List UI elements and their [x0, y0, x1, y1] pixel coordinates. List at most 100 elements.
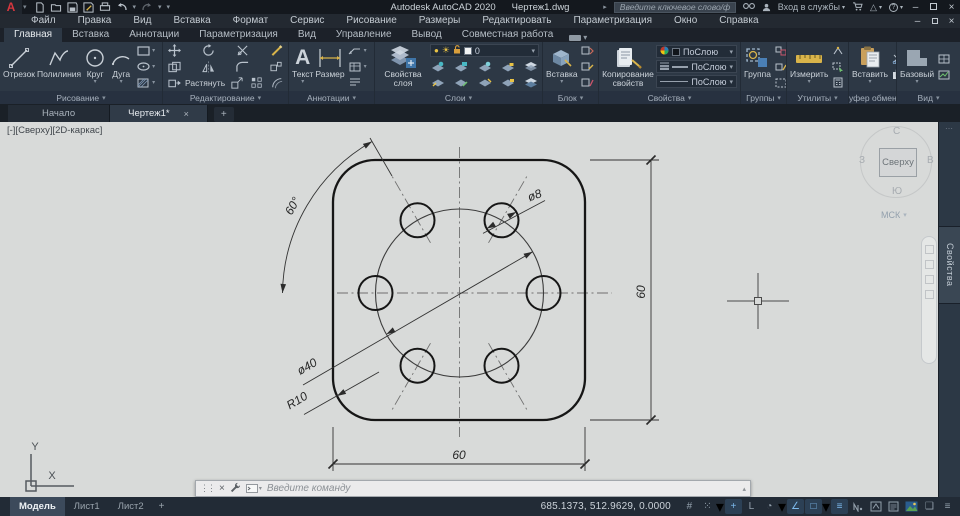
graphics-performance-icon[interactable] [903, 499, 920, 514]
menu-parametric[interactable]: Параметризация [562, 14, 663, 28]
ribbon-display-options-icon[interactable]: ▾ [569, 33, 587, 42]
menu-edit[interactable]: Правка [67, 14, 123, 28]
layer-make-current-icon[interactable] [430, 75, 446, 89]
close-button[interactable]: × [946, 2, 957, 13]
layer-prev-icon[interactable] [477, 75, 493, 89]
panel-label-view[interactable]: Вид ▾ [897, 91, 960, 104]
snap-toggle-icon[interactable]: ⁙ [699, 499, 716, 514]
ortho-toggle-icon[interactable]: L [743, 499, 760, 514]
rectangle-icon[interactable] [135, 44, 151, 58]
ribbon-tab-manage[interactable]: Управление [326, 28, 402, 42]
menu-modify[interactable]: Редактировать [471, 14, 562, 28]
pan-icon[interactable] [924, 245, 934, 254]
model-tab[interactable]: Модель [10, 497, 65, 516]
dynamic-input-toggle-icon[interactable]: + [724, 499, 742, 514]
dock-grip-icon[interactable]: ⋯ [939, 124, 960, 133]
viewcube-east[interactable]: В [927, 155, 934, 166]
help-icon[interactable]: ? ▾ [888, 2, 903, 12]
command-history-caret-icon[interactable]: ▴ [742, 485, 746, 493]
viewcube-west[interactable]: З [859, 155, 865, 166]
osnap-caret-icon[interactable]: ▾ [822, 497, 830, 516]
layer-walk-icon[interactable] [523, 75, 539, 89]
menu-insert[interactable]: Вставка [162, 14, 221, 28]
save-icon[interactable] [66, 1, 78, 13]
menu-format[interactable]: Формат [222, 14, 280, 28]
search-expand-icon[interactable]: ▸ [603, 3, 607, 11]
viewcube-top-face[interactable]: Сверху [879, 148, 917, 177]
move-icon[interactable] [166, 44, 182, 58]
help-search-input[interactable]: Введите ключевое слово/фразу [613, 1, 736, 13]
group-selection-icon[interactable] [773, 76, 786, 90]
offset-icon[interactable] [269, 76, 285, 90]
panel-label-utilities[interactable]: Утилиты ▾ [787, 91, 848, 104]
trim-icon[interactable] [235, 44, 251, 58]
layer-freeze-icon[interactable] [477, 59, 493, 73]
drawing-canvas[interactable]: [-][Сверху][2D-каркас] 60° ø8 ø40 R10 60… [0, 122, 938, 497]
clean-screen-icon[interactable]: ❑ [921, 499, 938, 514]
orbit-icon[interactable] [924, 275, 934, 284]
menu-dimension[interactable]: Размеры [408, 14, 472, 28]
lineweight-dropdown[interactable]: ПоСлою ▾ [656, 60, 737, 73]
base-view-button[interactable]: Базовый ▾ [900, 43, 934, 90]
layout1-tab[interactable]: Лист1 [65, 497, 109, 516]
cut-icon[interactable] [890, 52, 896, 66]
edit-block-icon[interactable] [580, 60, 596, 74]
viewport-config-icon[interactable] [936, 52, 952, 66]
grid-toggle-icon[interactable]: # [681, 499, 698, 514]
polyline-button[interactable]: Полилиния [37, 43, 81, 90]
new-layout-button[interactable]: + [153, 501, 171, 512]
layer-properties-button[interactable]: Свойства слоя [378, 43, 428, 90]
circle-button[interactable]: Круг ▾ [83, 43, 107, 90]
ribbon-tab-insert[interactable]: Вставка [62, 28, 119, 42]
stretch-button[interactable]: Растянуть [166, 76, 225, 90]
fillet-icon[interactable] [235, 60, 251, 74]
panel-label-draw[interactable]: Рисование ▾ [0, 91, 162, 104]
quick-calc-icon[interactable] [830, 76, 846, 90]
ellipse-icon[interactable] [135, 60, 151, 74]
ribbon-tab-view[interactable]: Вид [288, 28, 326, 42]
layer-states-icon[interactable] [523, 59, 539, 73]
viewcube-north[interactable]: С [893, 126, 900, 137]
wcs-dropdown[interactable]: МСК ▾ [881, 210, 907, 220]
osnap-tracking-toggle-icon[interactable]: ∠ [786, 499, 804, 514]
qat-menu-caret-icon[interactable]: ▾ [167, 3, 171, 11]
text-button[interactable]: А Текст ▾ [292, 43, 313, 90]
save-as-icon[interactable] [82, 1, 94, 13]
arc-button[interactable]: Дуга ▾ [109, 43, 133, 90]
steering-wheel-icon[interactable] [924, 290, 934, 299]
signin-user-icon[interactable] [762, 3, 771, 12]
ungroup-icon[interactable] [773, 44, 786, 58]
panel-label-layers[interactable]: Слои ▾ [375, 91, 542, 104]
linetype-dropdown[interactable]: ПоСлою ▾ [656, 75, 737, 88]
copy-clip-icon[interactable] [890, 68, 896, 82]
id-point-icon[interactable] [830, 44, 846, 58]
tab-start[interactable]: Начало [8, 105, 111, 122]
new-file-icon[interactable] [34, 1, 45, 13]
customize-status-icon[interactable]: ≡ [939, 499, 956, 514]
panel-label-clipboard[interactable]: Буфер обмена [849, 91, 896, 104]
minimize-button[interactable]: – [910, 2, 921, 13]
leader-icon[interactable] [347, 44, 363, 58]
paste-button[interactable]: Вставить ▾ [852, 43, 888, 90]
autocad-logo-icon[interactable]: A [0, 0, 22, 14]
new-drawing-tab-button[interactable]: + [213, 107, 234, 122]
tab-close-icon[interactable]: × [184, 109, 189, 119]
layer-unlock-all-icon[interactable] [500, 75, 516, 89]
measure-button[interactable]: Измерить ▾ [790, 43, 828, 90]
annotation-visibility-icon[interactable] [867, 499, 884, 514]
group-button[interactable]: Группа [744, 43, 771, 90]
undo-icon[interactable] [116, 2, 128, 12]
layer-lock-icon[interactable] [500, 59, 516, 73]
menu-help[interactable]: Справка [708, 14, 769, 28]
redo-icon[interactable] [141, 2, 153, 12]
restore-button[interactable] [928, 2, 939, 13]
menu-view[interactable]: Вид [122, 14, 162, 28]
lineweight-toggle-icon[interactable]: ≡ [831, 499, 848, 514]
line-button[interactable]: Отрезок [3, 43, 35, 90]
dimension-button[interactable]: Размер [315, 43, 345, 90]
polar-tracking-toggle-icon[interactable]: ◔ [761, 499, 778, 514]
signin-label[interactable]: Вход в службы ▾ [778, 2, 845, 12]
ribbon-tab-home[interactable]: Главная [4, 28, 63, 42]
viewport-controls-label[interactable]: [-][Сверху][2D-каркас] [7, 125, 102, 136]
ribbon-tab-parametric[interactable]: Параметризация [189, 28, 288, 42]
